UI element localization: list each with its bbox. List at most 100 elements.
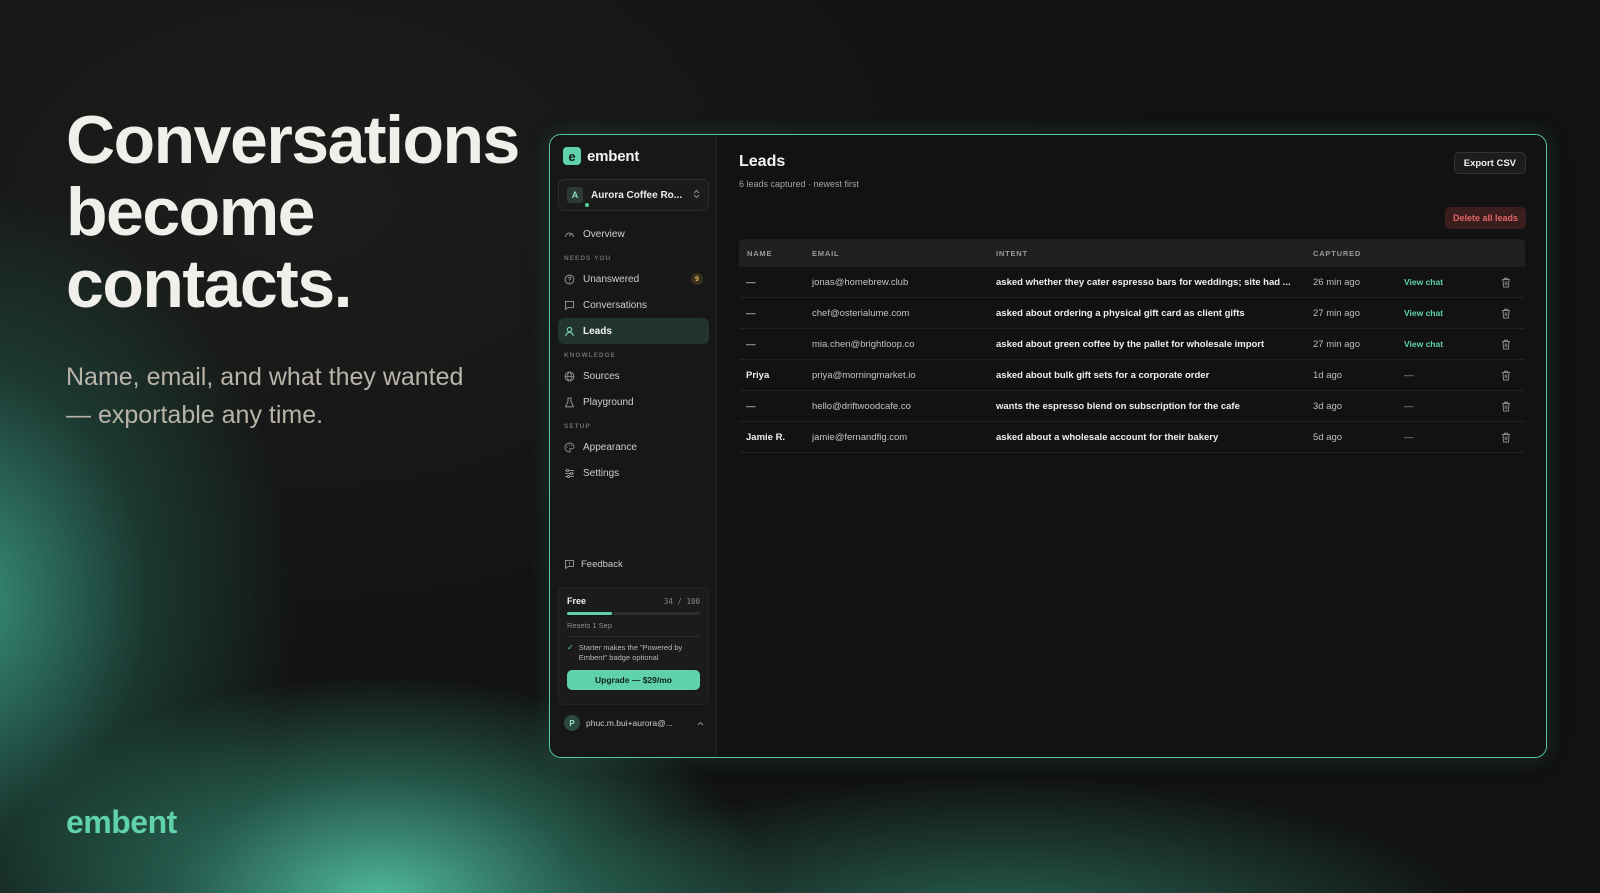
sidebar-item-playground[interactable]: Playground bbox=[558, 389, 709, 415]
column-header-intent[interactable]: INTENT bbox=[996, 249, 1313, 258]
trash-icon bbox=[1502, 432, 1510, 442]
lead-name: — bbox=[746, 276, 756, 288]
view-chat-link[interactable]: View chat bbox=[1404, 308, 1443, 318]
hero-subtitle-line: Name, email, and what they wanted bbox=[66, 363, 464, 391]
sidebar-item-leads[interactable]: Leads bbox=[558, 318, 709, 344]
trash-icon bbox=[1502, 401, 1510, 411]
sidebar: e embent A Aurora Coffee Ro... Overview … bbox=[550, 135, 717, 757]
plan-name: Free bbox=[567, 596, 587, 606]
user-icon bbox=[564, 326, 575, 337]
unanswered-count-badge: 9 bbox=[691, 273, 703, 285]
view-chat-link[interactable]: View chat bbox=[1404, 339, 1443, 349]
sidebar-item-label: Appearance bbox=[583, 441, 637, 453]
page-title: Leads bbox=[739, 153, 786, 170]
delete-lead-button[interactable] bbox=[1487, 308, 1525, 319]
online-status-dot bbox=[585, 203, 589, 207]
lead-captured: 26 min ago bbox=[1313, 276, 1361, 288]
delete-lead-button[interactable] bbox=[1487, 370, 1525, 381]
column-header-name[interactable]: NAME bbox=[739, 249, 812, 258]
user-menu[interactable]: P phuc.m.bui+aurora@... bbox=[564, 715, 704, 731]
delete-lead-button[interactable] bbox=[1487, 339, 1525, 350]
lead-intent: wants the espresso blend on subscription… bbox=[996, 400, 1240, 412]
export-csv-button[interactable]: Export CSV bbox=[1453, 152, 1526, 174]
table-row: — jonas@homebrew.club asked whether they… bbox=[739, 267, 1525, 298]
lead-name: — bbox=[746, 400, 756, 412]
user-email: phuc.m.bui+aurora@... bbox=[586, 718, 673, 728]
hero-subtitle: Name, email, and what they wanted — expo… bbox=[66, 358, 516, 434]
gauge-icon bbox=[564, 229, 575, 240]
chevron-updown-icon bbox=[693, 189, 700, 201]
sidebar-item-conversations[interactable]: Conversations bbox=[558, 292, 709, 318]
sidebar-nav: Overview NEEDS YOU Unanswered 9 Conversa… bbox=[558, 221, 709, 486]
feedback-link[interactable]: Feedback bbox=[564, 559, 623, 570]
workspace-switcher[interactable]: A Aurora Coffee Ro... bbox=[558, 179, 709, 211]
sidebar-item-label: Conversations bbox=[583, 299, 647, 311]
sidebar-item-sources[interactable]: Sources bbox=[558, 363, 709, 389]
table-header: NAME EMAIL INTENT CAPTURED bbox=[739, 239, 1525, 267]
lead-captured: 1d ago bbox=[1313, 369, 1343, 381]
leads-main: Leads 6 leads captured · newest first Ex… bbox=[717, 135, 1546, 757]
lead-email[interactable]: chef@osterialume.com bbox=[812, 308, 996, 319]
table-row: Priya priya@morningmarket.io asked about… bbox=[739, 360, 1525, 391]
column-header-email[interactable]: EMAIL bbox=[812, 249, 996, 258]
logo-text: embent bbox=[587, 147, 640, 165]
table-row: Jamie R. jamie@fernandfig.com asked abou… bbox=[739, 422, 1525, 453]
app-logo[interactable]: e embent bbox=[563, 147, 639, 165]
trash-icon bbox=[1502, 277, 1510, 287]
app-window: e embent A Aurora Coffee Ro... Overview … bbox=[549, 134, 1547, 758]
feedback-icon bbox=[564, 559, 575, 570]
trash-icon bbox=[1502, 308, 1510, 318]
lead-intent: asked about ordering a physical gift car… bbox=[996, 307, 1245, 319]
sidebar-item-label: Sources bbox=[583, 370, 620, 382]
lead-email[interactable]: jonas@homebrew.club bbox=[812, 277, 996, 288]
section-label-needs-you: NEEDS YOU bbox=[564, 255, 612, 262]
plan-reset-date: Resets 1 Sep bbox=[567, 621, 700, 637]
sidebar-item-label: Unanswered bbox=[583, 273, 640, 285]
sidebar-item-overview[interactable]: Overview bbox=[558, 221, 709, 247]
sidebar-item-label: Playground bbox=[583, 396, 634, 408]
usage-progress-bar bbox=[567, 612, 700, 615]
feedback-label: Feedback bbox=[581, 559, 623, 570]
table-row: — hello@driftwoodcafe.co wants the espre… bbox=[739, 391, 1525, 422]
delete-lead-button[interactable] bbox=[1487, 277, 1525, 288]
lead-email[interactable]: priya@morningmarket.io bbox=[812, 370, 996, 381]
lead-email[interactable]: mia.chen@brightloop.co bbox=[812, 339, 996, 350]
sidebar-item-unanswered[interactable]: Unanswered 9 bbox=[558, 266, 709, 292]
column-header-captured[interactable]: CAPTURED bbox=[1313, 249, 1404, 258]
plan-usage: 34 / 100 bbox=[663, 596, 700, 606]
flask-icon bbox=[564, 396, 575, 408]
sidebar-item-appearance[interactable]: Appearance bbox=[558, 434, 709, 460]
lead-intent: asked about a wholesale account for thei… bbox=[996, 431, 1219, 443]
lead-email[interactable]: hello@driftwoodcafe.co bbox=[812, 401, 996, 412]
view-chat-link[interactable]: View chat bbox=[1404, 277, 1443, 287]
section-label-setup: SETUP bbox=[564, 423, 591, 430]
lead-email[interactable]: jamie@fernandfig.com bbox=[812, 432, 996, 443]
delete-all-leads-button[interactable]: Delete all leads bbox=[1444, 207, 1526, 229]
lead-name: — bbox=[746, 338, 756, 350]
upgrade-button[interactable]: Upgrade — $29/mo bbox=[567, 670, 700, 690]
plan-note: ✓ Starter makes the "Powered by Embent" … bbox=[567, 643, 700, 663]
sliders-icon bbox=[564, 468, 575, 479]
chevron-up-icon bbox=[697, 719, 704, 728]
no-chat-placeholder: — bbox=[1404, 431, 1414, 443]
lead-captured: 27 min ago bbox=[1313, 307, 1361, 319]
globe-icon bbox=[564, 371, 575, 382]
palette-icon bbox=[564, 441, 575, 453]
hero-title-line: become bbox=[66, 174, 315, 250]
delete-lead-button[interactable] bbox=[1487, 432, 1525, 443]
check-icon: ✓ bbox=[567, 643, 574, 652]
lead-name: Jamie R. bbox=[746, 431, 786, 443]
plan-card: Free 34 / 100 Resets 1 Sep ✓ Starter mak… bbox=[558, 587, 709, 705]
table-row: — mia.chen@brightloop.co asked about gre… bbox=[739, 329, 1525, 360]
lead-intent: asked about green coffee by the pallet f… bbox=[996, 338, 1265, 350]
lead-name: — bbox=[746, 307, 756, 319]
table-row: — chef@osterialume.com asked about order… bbox=[739, 298, 1525, 329]
lead-name: Priya bbox=[746, 369, 770, 381]
brand-wordmark: embent bbox=[66, 804, 177, 840]
sidebar-item-settings[interactable]: Settings bbox=[558, 460, 709, 486]
delete-lead-button[interactable] bbox=[1487, 401, 1525, 412]
workspace-name: Aurora Coffee Ro... bbox=[591, 189, 683, 201]
lead-captured: 27 min ago bbox=[1313, 338, 1361, 350]
sidebar-item-label: Leads bbox=[583, 325, 612, 337]
usage-progress-fill bbox=[567, 612, 613, 615]
